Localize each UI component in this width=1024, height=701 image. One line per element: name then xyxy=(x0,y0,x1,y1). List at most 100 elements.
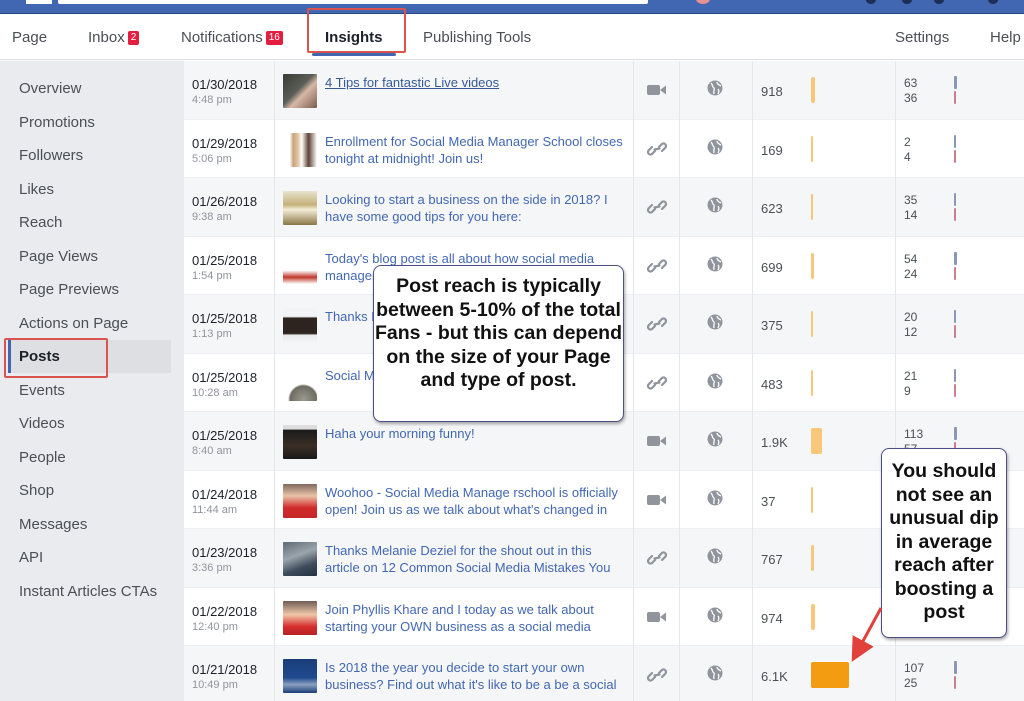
engagement-reactions-bar xyxy=(954,266,956,280)
engagement-clicks-bar xyxy=(954,76,957,89)
post-date: 01/25/2018 xyxy=(192,252,258,268)
globe-public-icon xyxy=(707,665,723,681)
post-thumbnail[interactable] xyxy=(283,308,317,342)
post-thumbnail[interactable] xyxy=(283,600,317,635)
post-link[interactable]: Thanks Melanie Deziel for the shout out … xyxy=(325,542,625,576)
post-thumbnail[interactable] xyxy=(283,132,317,167)
post-link[interactable]: Haha your morning funny! xyxy=(325,425,625,442)
column-divider xyxy=(679,61,680,701)
notifications-icon[interactable] xyxy=(934,0,944,4)
post-row: 01/26/2018 9:38 am Looking to start a busi… xyxy=(184,178,1024,237)
post-link[interactable]: Looking to start a business on the side … xyxy=(325,191,625,225)
column-divider xyxy=(752,61,753,701)
messages-icon[interactable] xyxy=(902,0,912,4)
link-icon xyxy=(646,549,668,567)
post-row: 01/29/2018 5:06 pm Enrollment for Social M… xyxy=(184,120,1024,178)
post-date: 01/21/2018 xyxy=(192,662,258,677)
link-icon xyxy=(646,315,668,333)
post-thumbnail[interactable] xyxy=(283,659,317,693)
tab-publishing-tools[interactable]: Publishing Tools xyxy=(423,15,531,60)
reach-value: 767 xyxy=(761,552,783,567)
post-thumbnail[interactable] xyxy=(283,425,317,459)
tab-settings[interactable]: Settings xyxy=(895,15,949,60)
post-date: 01/25/2018 xyxy=(192,311,258,326)
engagement-clicks-value: 21 xyxy=(904,368,918,383)
sidebar-item-followers[interactable]: Followers xyxy=(8,139,171,172)
reach-bar xyxy=(811,603,815,630)
friend-requests-icon[interactable] xyxy=(866,0,876,4)
engagement-clicks-bar xyxy=(954,368,956,382)
engagement-reactions-bar xyxy=(954,676,956,689)
globe-public-icon xyxy=(707,314,723,330)
reach-value: 699 xyxy=(761,259,783,275)
post-time: 8:40 am xyxy=(192,445,232,457)
post-thumbnail[interactable] xyxy=(283,191,317,225)
post-time: 1:13 pm xyxy=(192,328,232,340)
post-time: 12:40 pm xyxy=(192,620,238,633)
sidebar-item-videos[interactable]: Videos xyxy=(8,407,171,440)
post-time: 9:38 am xyxy=(192,211,232,223)
sidebar-item-posts[interactable]: Posts xyxy=(8,340,171,373)
engagement-clicks-value: 107 xyxy=(904,661,925,675)
post-link[interactable]: 4 Tips for fantastic Live videos xyxy=(325,74,625,91)
profile-avatar[interactable] xyxy=(696,0,710,4)
post-link[interactable]: Join Phyllis Khare and I today as we tal… xyxy=(325,601,625,635)
sidebar-item-likes[interactable]: Likes xyxy=(8,173,171,206)
post-time: 10:28 am xyxy=(192,386,238,399)
reach-value: 918 xyxy=(761,84,783,99)
facebook-logo-icon[interactable] xyxy=(26,0,52,4)
post-link[interactable]: Woohoo - Social Media Manage rschool is … xyxy=(325,484,625,518)
engagement-clicks-value: 20 xyxy=(904,310,918,324)
post-date: 01/29/2018 xyxy=(192,135,258,151)
tab-insights[interactable]: Insights xyxy=(312,15,395,60)
globe-public-icon xyxy=(707,548,723,564)
post-time: 10:49 pm xyxy=(192,679,238,691)
tab-help[interactable]: Help xyxy=(990,15,1021,60)
sidebar-item-instant-articles-ctas[interactable]: Instant Articles CTAs xyxy=(8,575,171,608)
reach-bar xyxy=(811,662,849,688)
post-time: 11:44 am xyxy=(192,503,238,516)
post-thumbnail[interactable] xyxy=(283,74,317,108)
reach-tip-callout: Post reach is typically between 5-10% of… xyxy=(373,265,624,422)
reach-bar xyxy=(811,428,822,454)
engagement-reactions-bar xyxy=(954,91,956,104)
search-input[interactable] xyxy=(58,0,648,4)
sidebar-item-events[interactable]: Events xyxy=(8,374,171,407)
post-link[interactable]: Enrollment for Social Media Manager Scho… xyxy=(325,133,625,167)
post-thumbnail[interactable] xyxy=(283,249,317,284)
sidebar-item-page-previews[interactable]: Page Previews xyxy=(8,273,171,306)
column-divider xyxy=(274,61,275,701)
tab-notifications[interactable]: Notifications 16 xyxy=(181,15,283,60)
inbox-count-badge: 2 xyxy=(127,31,140,45)
reach-value: 1.9K xyxy=(761,435,788,450)
link-icon xyxy=(646,666,668,684)
sidebar-item-page-views[interactable]: Page Views xyxy=(8,240,171,273)
sidebar-item-overview[interactable]: Overview xyxy=(8,72,171,105)
globe-public-icon xyxy=(707,607,723,623)
post-thumbnail[interactable] xyxy=(283,542,317,576)
engagement-reactions-bar xyxy=(954,383,956,397)
engagement-clicks-bar xyxy=(954,310,956,323)
page-nav-tabs: Page Inbox 2 Notifications 16 Insights Pub… xyxy=(0,15,1024,60)
help-icon[interactable] xyxy=(988,0,998,4)
reach-value: 623 xyxy=(761,201,783,216)
engagement-clicks-bar xyxy=(954,251,957,265)
sidebar-item-messages[interactable]: Messages xyxy=(8,508,171,541)
engagement-reactions-value: 4 xyxy=(904,149,911,164)
sidebar-item-promotions[interactable]: Promotions xyxy=(8,106,171,139)
engagement-reactions-value: 9 xyxy=(904,383,911,398)
sidebar-item-shop[interactable]: Shop xyxy=(8,474,171,507)
sidebar-item-actions-on-page[interactable]: Actions on Page xyxy=(8,307,171,340)
post-date: 01/30/2018 xyxy=(192,77,258,92)
sidebar-item-api[interactable]: API xyxy=(8,541,171,574)
globe-public-icon xyxy=(707,431,723,447)
sidebar-item-reach[interactable]: Reach xyxy=(8,206,171,239)
tab-inbox[interactable]: Inbox 2 xyxy=(88,15,140,60)
column-divider xyxy=(633,61,634,701)
post-link[interactable]: Is 2018 the year you decide to start you… xyxy=(325,659,625,693)
tab-page[interactable]: Page xyxy=(12,15,47,60)
engagement-reactions-value: 36 xyxy=(904,91,918,105)
post-thumbnail[interactable] xyxy=(283,366,317,401)
post-thumbnail[interactable] xyxy=(283,483,317,518)
sidebar-item-people[interactable]: People xyxy=(8,441,171,474)
